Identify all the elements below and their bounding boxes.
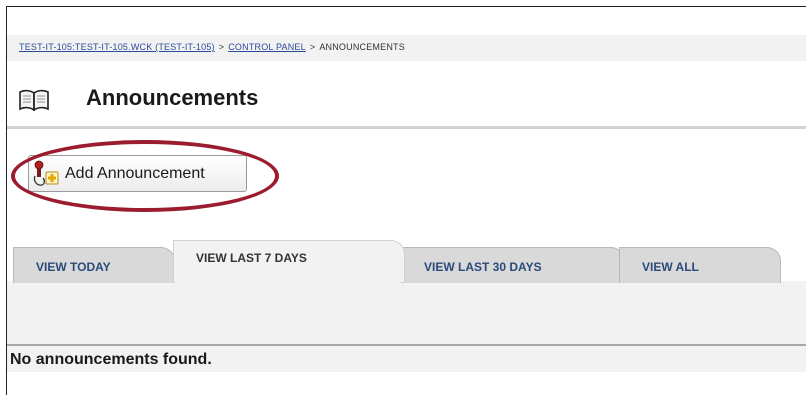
breadcrumb-current: ANNOUNCEMENTS xyxy=(319,42,405,52)
tab-view-today[interactable]: VIEW TODAY xyxy=(13,247,175,283)
title-divider xyxy=(7,126,806,129)
page-title: Announcements xyxy=(86,85,259,110)
tab-view-last-7-days[interactable]: VIEW LAST 7 DAYS xyxy=(173,240,405,282)
breadcrumb-course-link[interactable]: TEST-IT-105:TEST-IT-105.WCK (TEST-IT-105… xyxy=(19,42,215,52)
breadcrumb-separator: > xyxy=(218,42,225,52)
add-announcement-icon xyxy=(33,160,59,186)
add-announcement-label: Add Announcement xyxy=(65,164,205,182)
tab-view-all[interactable]: VIEW ALL xyxy=(619,247,781,283)
results-row: No announcements found. xyxy=(7,346,806,372)
page-header: Announcements xyxy=(7,73,806,121)
content-frame: TEST-IT-105:TEST-IT-105.WCK (TEST-IT-105… xyxy=(6,6,806,395)
tab-content-panel xyxy=(7,281,806,344)
breadcrumb-control-panel-link[interactable]: CONTROL PANEL xyxy=(228,42,306,52)
add-announcement-button[interactable]: Add Announcement xyxy=(28,155,247,192)
book-icon xyxy=(19,89,49,111)
tab-view-last-30-days[interactable]: VIEW LAST 30 DAYS xyxy=(401,247,625,283)
breadcrumb: TEST-IT-105:TEST-IT-105.WCK (TEST-IT-105… xyxy=(7,35,806,61)
empty-results-message: No announcements found. xyxy=(10,351,212,368)
breadcrumb-separator: > xyxy=(309,42,316,52)
